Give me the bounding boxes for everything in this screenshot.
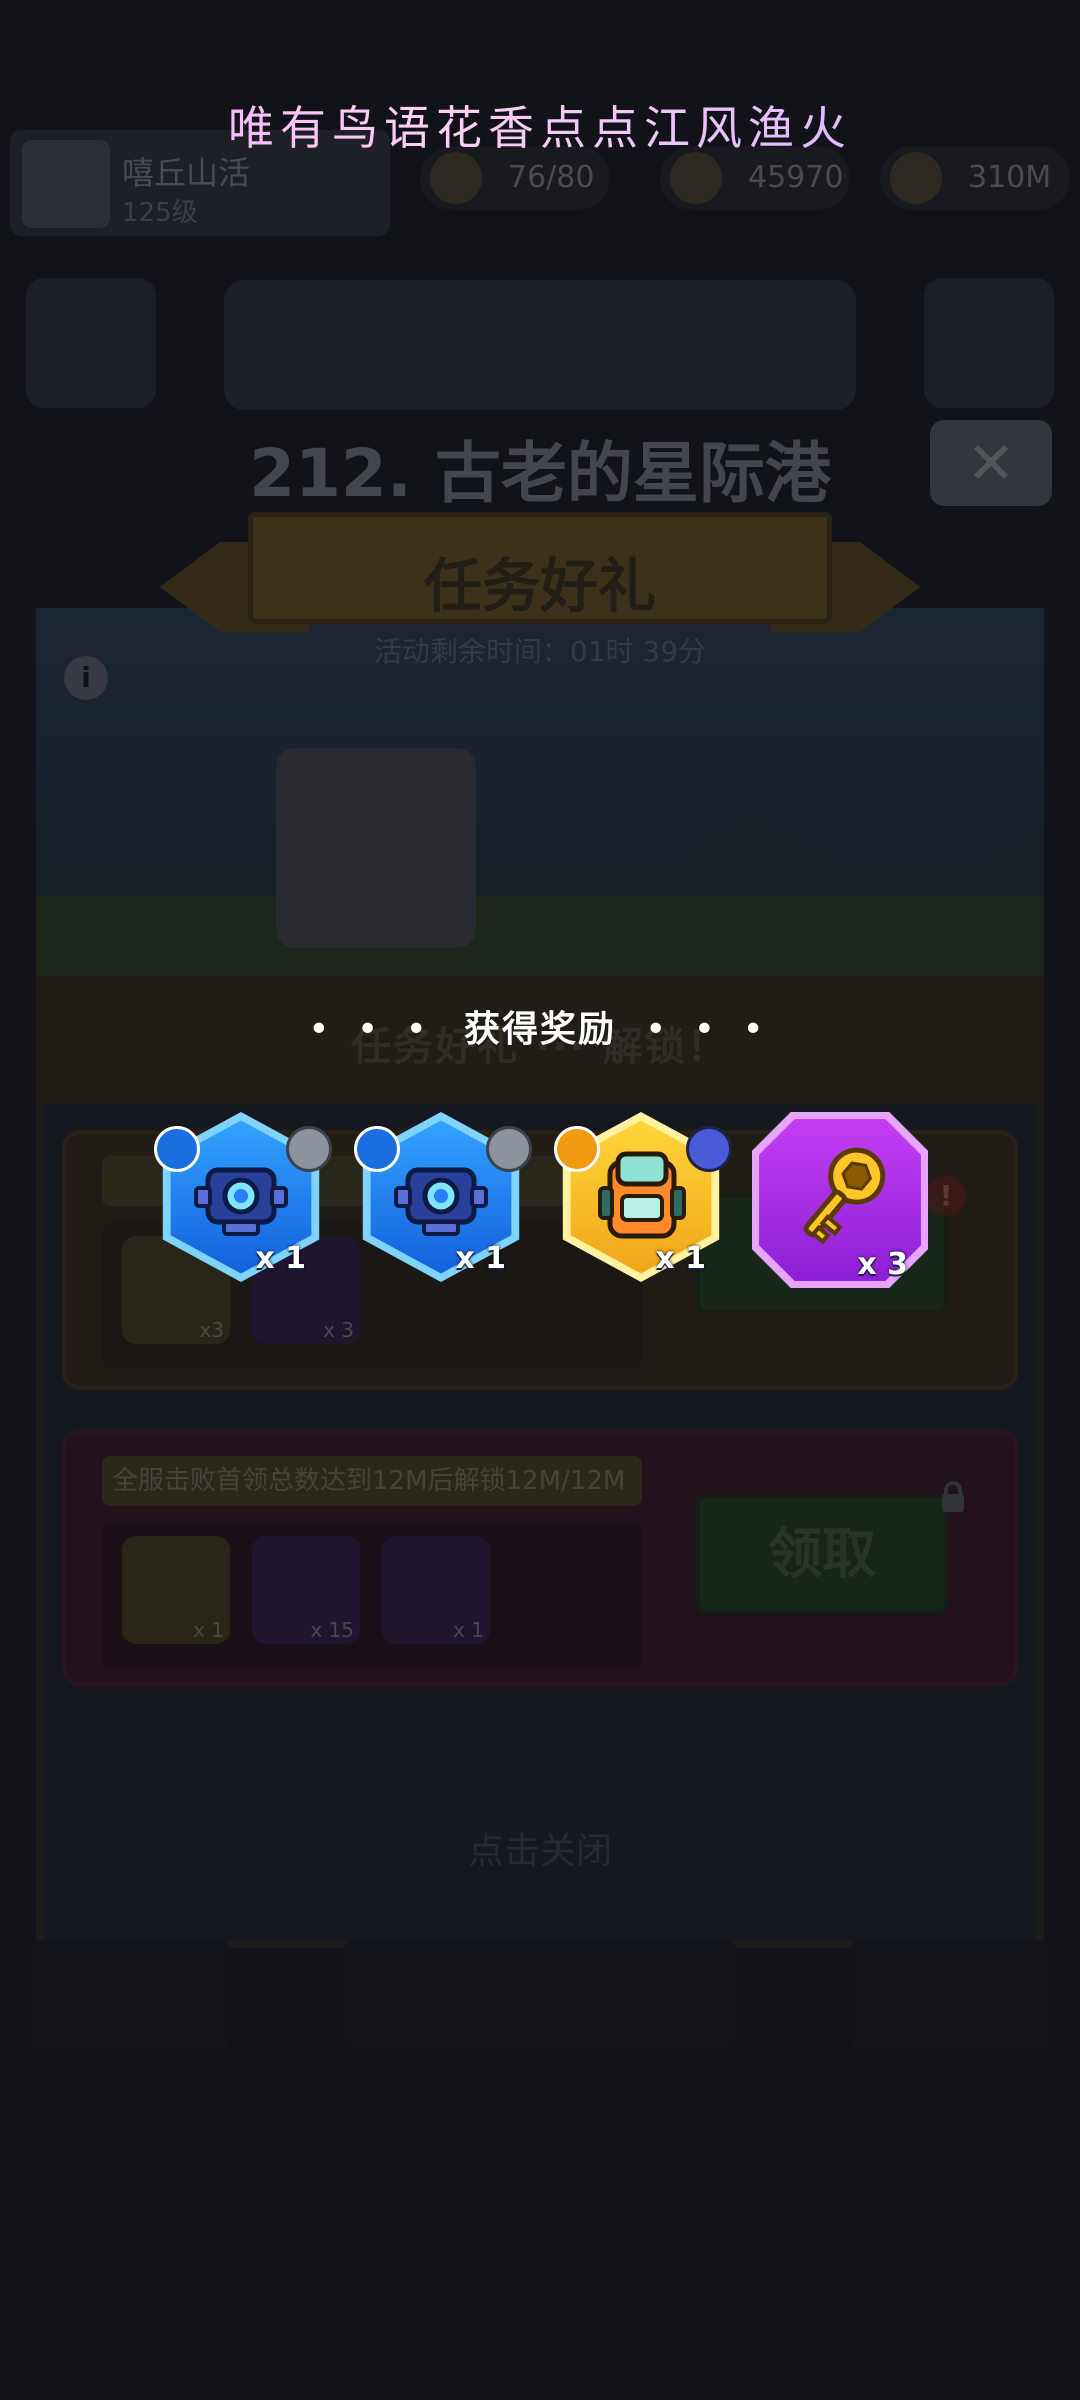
task-card: 全服击败首领总数达到12M后解锁12M/12M x 1 x 15 x 1 领取: [62, 1430, 1018, 1686]
lock-icon: [942, 1481, 964, 1512]
rewards-title: 获得奖励: [463, 1009, 616, 1050]
reward-quantity: x 1: [455, 1241, 506, 1276]
task-list-button[interactable]: [26, 278, 156, 408]
stage-panel: [224, 280, 856, 410]
treasure-chest-icon: [276, 748, 476, 948]
shield-icon: [154, 1126, 200, 1172]
golden-key-icon: [803, 1147, 886, 1245]
rewards-header: • • • 获得奖励 • • •: [0, 1000, 1080, 1052]
golden-key-icon: x 15: [252, 1536, 360, 1644]
tap-to-close[interactable]: 点击关闭: [0, 1822, 1080, 1874]
gem-icon: [890, 152, 942, 204]
backpack-gear-icon: [598, 1151, 686, 1239]
grade-icon: [486, 1126, 532, 1172]
reward-tray: x 1 x 15 x 1: [102, 1522, 642, 1668]
event-timer: 活动剩余时间：01时 39分: [373, 635, 707, 668]
nav-center-card[interactable]: [344, 1940, 736, 2050]
nav-left-card[interactable]: [30, 1940, 230, 2050]
wizard-hat-icon: [686, 1126, 732, 1172]
shop-button[interactable]: [924, 278, 1054, 408]
ribbon-main: 任务好礼: [248, 512, 832, 624]
task-label: 全服击败首领总数达到12M后解锁12M/12M: [102, 1456, 642, 1506]
alert-icon: !: [926, 1176, 966, 1216]
close-button[interactable]: ✕: [930, 420, 1052, 506]
reward-item: x 3: [752, 1112, 928, 1288]
bottom-nav: [0, 1940, 1080, 2060]
blue-robot-gear-icon: [394, 1167, 488, 1236]
reward-quantity: x 1: [255, 1241, 306, 1276]
coin-icon: [670, 152, 722, 204]
dots-left: • • •: [308, 1009, 435, 1050]
watermark-text: 唯有鸟语花香点点江风渔火: [0, 92, 1080, 158]
treasure-chest-icon: x 1: [122, 1536, 230, 1644]
grade-icon: [286, 1126, 332, 1172]
tab-talent[interactable]: [720, 2210, 890, 2370]
reward-quantity: x 3: [857, 1247, 908, 1282]
dots-right: • • •: [645, 1009, 772, 1050]
ground: [36, 896, 1044, 986]
claim-button[interactable]: 领取: [696, 1494, 948, 1614]
player-level: 125级: [122, 198, 198, 228]
star-icon: [554, 1126, 600, 1172]
nav-right-card[interactable]: [850, 1940, 1050, 2050]
scroll-card-icon: x 1: [382, 1536, 490, 1644]
shield-icon: [354, 1126, 400, 1172]
reward-item: x 1: [554, 1112, 732, 1282]
reward-quantity: x 1: [655, 1241, 706, 1276]
tab-bar: [0, 2180, 1080, 2400]
tab-evolve[interactable]: [900, 2210, 1070, 2370]
tab-gear[interactable]: [200, 2210, 370, 2370]
event-ribbon: 任务好礼: [160, 512, 920, 632]
level-title: 212. 古老的星际港: [249, 435, 831, 512]
tab-shop[interactable]: [20, 2210, 190, 2370]
tab-battle[interactable]: [370, 2180, 710, 2380]
reward-item: x 1: [354, 1112, 532, 1282]
event-title: 任务好礼: [423, 552, 656, 620]
blue-robot-gear-icon: [194, 1167, 288, 1236]
energy-icon: [430, 152, 482, 204]
reward-item: x 1: [154, 1112, 332, 1282]
